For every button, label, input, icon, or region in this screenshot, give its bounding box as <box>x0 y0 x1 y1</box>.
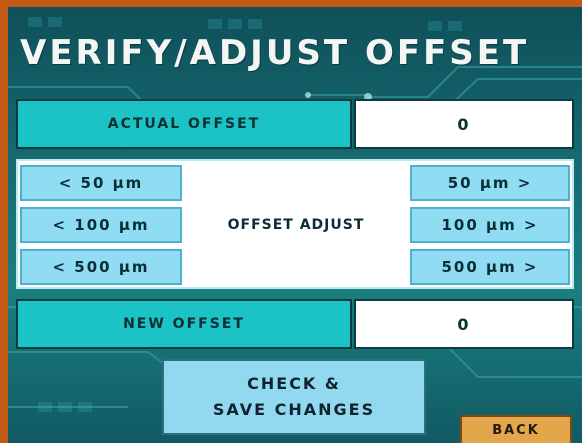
offset-screen: VERIFY/ADJUST OFFSET ACTUAL OFFSET 0 < 5… <box>8 7 582 443</box>
back-button[interactable]: BACK <box>460 415 572 443</box>
increase-100-button[interactable]: 100 μm > <box>410 207 570 243</box>
increase-500-button[interactable]: 500 μm > <box>410 249 570 285</box>
increase-50-button[interactable]: 50 μm > <box>410 165 570 201</box>
actual-offset-value: 0 <box>354 99 574 149</box>
decrease-50-button[interactable]: < 50 μm <box>20 165 182 201</box>
decrease-100-button[interactable]: < 100 μm <box>20 207 182 243</box>
page-title: VERIFY/ADJUST OFFSET <box>20 33 530 73</box>
offset-adjust-label: OFFSET ADJUST <box>227 217 365 233</box>
check-button-line2: SAVE CHANGES <box>212 400 376 419</box>
decrease-500-button[interactable]: < 500 μm <box>20 249 182 285</box>
window-frame: VERIFY/ADJUST OFFSET ACTUAL OFFSET 0 < 5… <box>0 0 582 443</box>
check-button-line1: CHECK & <box>247 374 341 393</box>
check-save-changes-button[interactable]: CHECK & SAVE CHANGES <box>162 359 426 435</box>
new-offset-value: 0 <box>354 299 574 349</box>
new-offset-label: NEW OFFSET <box>16 299 352 349</box>
actual-offset-label: ACTUAL OFFSET <box>16 99 352 149</box>
